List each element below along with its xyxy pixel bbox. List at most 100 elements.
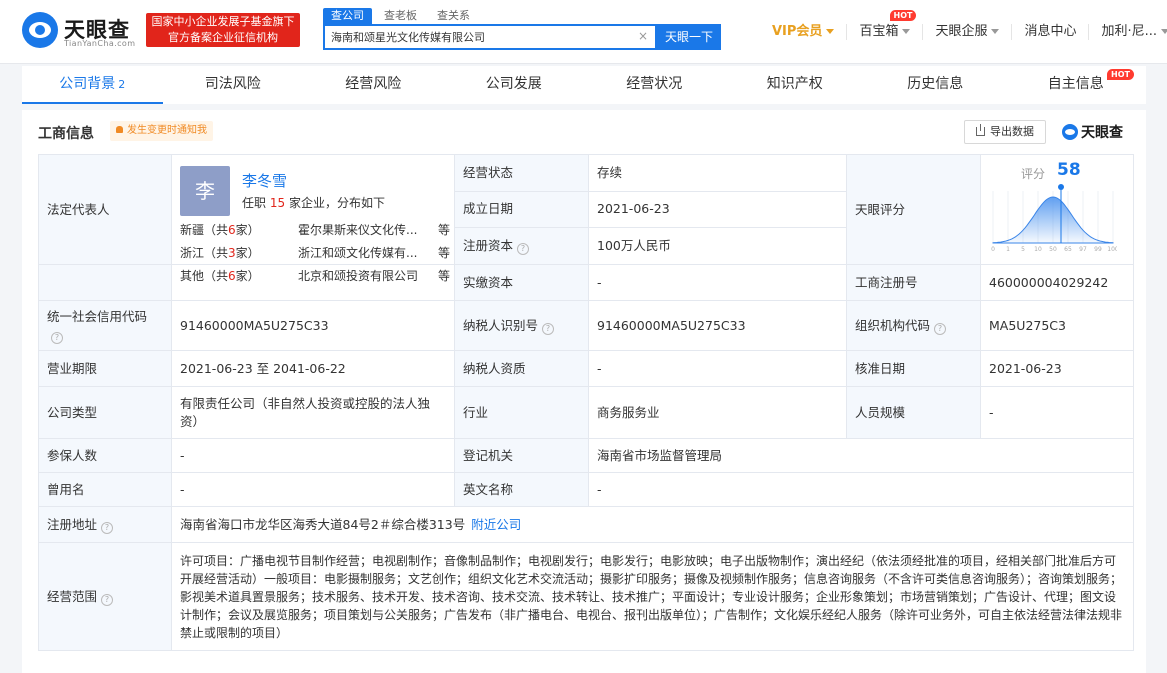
- help-icon[interactable]: ?: [517, 243, 530, 256]
- help-icon[interactable]: ?: [542, 322, 555, 335]
- staff-size-value: -: [980, 386, 1134, 439]
- tab-label: 司法风险: [204, 76, 261, 92]
- nav-enterprise-service-label: 天眼企服: [935, 24, 988, 39]
- help-icon[interactable]: ?: [101, 593, 114, 606]
- score-tick-label: 65: [1064, 246, 1072, 253]
- region-label: 新疆（共: [180, 223, 229, 237]
- table-row: 统一社会信用代码? 91460000MA5U275C33 纳税人识别号? 914…: [38, 300, 1134, 351]
- status-value: 存续: [588, 154, 847, 192]
- region-row[interactable]: 浙江（共3家） 浙江和颂文化传媒有... 等: [180, 244, 450, 262]
- org-code-value: MA5U275C3: [980, 300, 1134, 351]
- nav-messages[interactable]: 消息中心: [1012, 24, 1090, 40]
- tianyancha-logo[interactable]: 天眼查 TianYanCha.com: [22, 12, 140, 48]
- tab-self-info[interactable]: 自主信息 HOT: [1006, 66, 1147, 104]
- nav-vip[interactable]: VIP会员: [760, 24, 848, 40]
- legal-rep-name[interactable]: 李冬雪: [242, 172, 287, 190]
- company-type-label: 公司类型: [38, 386, 172, 439]
- english-name-label: 英文名称: [454, 472, 589, 507]
- brand-watermark: 天眼查: [1062, 122, 1134, 142]
- logo-subtitle: TianYanCha.com: [64, 39, 136, 48]
- authority-label: 登记机关: [454, 438, 589, 473]
- legal-rep-cell: 李 李冬雪 任职 15 家企业，分布如下 新疆（共6家） 霍尔果斯来仪文化传..…: [171, 154, 455, 283]
- section-tabs: 公司背景 2 司法风险 经营风险 公司发展 经营状况 知识产权 历史信息 自主信息…: [22, 66, 1146, 104]
- official-badge: 国家中小企业发展子基金旗下 官方备案企业征信机构: [146, 13, 300, 47]
- region-count: 6: [228, 223, 236, 237]
- region-more: 等: [437, 269, 450, 283]
- score-tick-label: 1: [1006, 246, 1010, 253]
- tab-label: 历史信息: [907, 76, 964, 92]
- tax-id-label-text: 纳税人识别号: [463, 317, 539, 333]
- search-tab-boss[interactable]: 查老板: [376, 8, 425, 24]
- chevron-down-icon: [902, 29, 911, 34]
- address-value: 海南省海口市龙华区海秀大道84号2＃综合楼313号: [180, 516, 466, 532]
- score-tick-label: 97: [1079, 246, 1087, 253]
- region-count: 3: [228, 246, 236, 260]
- hot-badge: HOT: [889, 10, 917, 21]
- former-name-label: 曾用名: [38, 472, 172, 507]
- tab-company-development[interactable]: 公司发展: [444, 66, 585, 104]
- help-icon[interactable]: ?: [101, 521, 114, 534]
- table-row: 法定代表人 李 李冬雪 任职 15 家企业，分布如下 新疆（共6家） 霍尔果斯来…: [38, 154, 1134, 283]
- score-tick-label: 0: [991, 246, 995, 253]
- tab-label: 经营状况: [626, 76, 683, 92]
- export-label: 导出数据: [990, 125, 1034, 138]
- chevron-down-icon: [991, 29, 1000, 34]
- address-label-text: 注册地址: [47, 516, 98, 532]
- score-cell[interactable]: 评分 58 0 1 5 10 50 65 97 99 100: [980, 154, 1134, 265]
- table-row: 参保人数 - 登记机关 海南省市场监督管理局: [38, 438, 1134, 473]
- region-more: 等: [437, 223, 450, 237]
- tab-history[interactable]: 历史信息: [865, 66, 1006, 104]
- industry-value: 商务服务业: [588, 386, 847, 439]
- tab-label: 自主信息: [1047, 76, 1104, 92]
- credit-code-label-text: 统一社会信用代码: [47, 308, 148, 324]
- tab-judicial-risk[interactable]: 司法风险: [163, 66, 304, 104]
- nearby-companies-link[interactable]: 附近公司: [471, 517, 521, 532]
- paid-capital-label: 实缴资本: [454, 264, 589, 301]
- reg-no-label: 工商注册号: [846, 264, 981, 301]
- tab-intellectual-property[interactable]: 知识产权: [725, 66, 866, 104]
- avatar[interactable]: 李: [180, 166, 230, 216]
- tab-business-risk[interactable]: 经营风险: [303, 66, 444, 104]
- clear-icon[interactable]: ×: [638, 29, 648, 43]
- score-label-cell: 天眼评分: [846, 154, 981, 265]
- industry-label: 行业: [454, 386, 589, 439]
- export-data-button[interactable]: 导出数据: [964, 120, 1046, 144]
- scope-label-text: 经营范围: [47, 588, 98, 604]
- change-notify-button[interactable]: 发生变更时通知我: [110, 121, 213, 141]
- nav-enterprise-service[interactable]: 天眼企服: [923, 24, 1013, 40]
- table-row: 公司类型 有限责任公司（非自然人投资或控股的法人独资） 行业 商务服务业 人员规…: [38, 386, 1134, 439]
- region-row[interactable]: 其他（共6家） 北京和颂投资有限公司 等: [180, 267, 450, 285]
- paid-capital-value: -: [588, 264, 847, 301]
- search-tab-company[interactable]: 查公司: [323, 8, 372, 24]
- search-input[interactable]: [331, 26, 631, 48]
- region-row[interactable]: 新疆（共6家） 霍尔果斯来仪文化传... 等: [180, 221, 450, 239]
- spacer-cell: [38, 264, 172, 301]
- capital-label-text: 注册资本: [463, 238, 514, 254]
- nav-user[interactable]: 加利·尼...: [1089, 24, 1167, 40]
- tab-business-status[interactable]: 经营状况: [584, 66, 725, 104]
- bell-icon: [116, 126, 123, 133]
- table-row: 营业期限 2021-06-23 至 2041-06-22 纳税人资质 - 核准日…: [38, 350, 1134, 387]
- score-distribution-chart: 0 1 5 10 50 65 97 99 100: [991, 184, 1117, 253]
- legal-rep-summary: 任职 15 家企业，分布如下: [242, 194, 385, 212]
- region-label: 其他（共: [180, 269, 229, 283]
- section-header: 工商信息 发生变更时通知我 导出数据 天眼查: [22, 110, 1146, 154]
- rep-count: 15: [269, 196, 286, 210]
- help-icon[interactable]: ?: [934, 322, 947, 335]
- nav-toolbox[interactable]: HOT 百宝箱: [847, 10, 924, 40]
- region-name: 其他（共6家）: [180, 267, 260, 285]
- table-row: 注册地址? 海南省海口市龙华区海秀大道84号2＃综合楼313号 附近公司: [38, 506, 1134, 543]
- badge-line-2: 官方备案企业征信机构: [168, 31, 278, 44]
- score-ticks: 0 1 5 10 50 65 97 99 100: [991, 246, 1117, 253]
- approve-date-value: 2021-06-23: [980, 350, 1134, 387]
- table-row: 曾用名 - 英文名称 -: [38, 472, 1134, 507]
- search-tab-relation[interactable]: 查关系: [429, 8, 478, 24]
- score-tick-label: 10: [1034, 246, 1042, 253]
- english-name-value: -: [588, 472, 1134, 507]
- search-button[interactable]: 天眼一下: [657, 24, 721, 50]
- rep-prefix: 任职: [242, 196, 267, 210]
- score-tick-label: 5: [1021, 246, 1025, 253]
- help-icon[interactable]: ?: [51, 331, 63, 344]
- region-count: 6: [228, 269, 236, 283]
- tab-company-background[interactable]: 公司背景 2: [22, 66, 163, 104]
